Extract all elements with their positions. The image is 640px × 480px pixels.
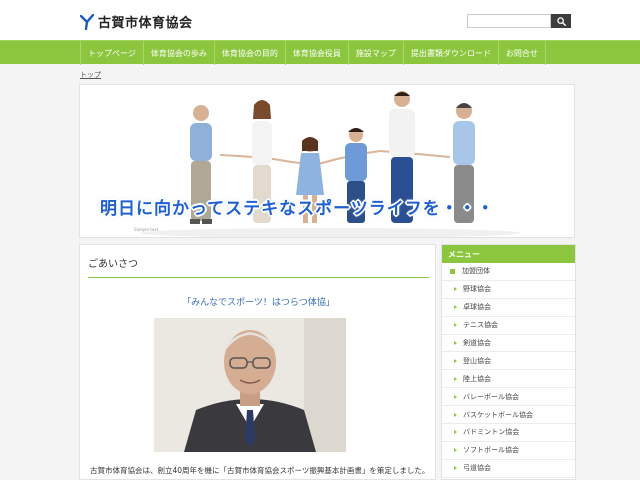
- sidebar-item-label: 剣道協会: [463, 339, 491, 347]
- nav-item-purpose[interactable]: 体育協会の目的: [215, 41, 286, 65]
- sidebar-item-baseball[interactable]: 野球協会: [442, 281, 575, 299]
- sidebar-item-softball[interactable]: ソフトボール協会: [442, 442, 575, 460]
- intro-text: 古賀市体育協会は、創立40周年を機に「古賀市体育協会スポーツ振興基本計画書」を策…: [90, 466, 430, 475]
- slogan: 「みんなでスポーツ！はつらつ体協」: [182, 298, 335, 308]
- sidebar-heading: メニュー: [442, 245, 575, 263]
- sidebar-item-table-tennis[interactable]: 卓球協会: [442, 299, 575, 317]
- sidebar-item-label: テニス協会: [463, 321, 498, 330]
- search-box: [467, 14, 571, 28]
- site-logo[interactable]: 古賀市体育協会: [80, 12, 193, 31]
- sidebar-item-tennis[interactable]: テニス協会: [442, 317, 575, 335]
- sidebar-item-label: バドミントン協会: [463, 428, 520, 437]
- greeting-heading: ごあいさつ: [88, 259, 138, 270]
- president-photo: [154, 318, 346, 452]
- sidebar-item-mountaineering[interactable]: 登山協会: [442, 352, 575, 371]
- hero-caption: 明日に向かってステキなスポーツライフを・・・: [100, 199, 495, 219]
- square-bullet-icon: [450, 268, 455, 274]
- triangle-bullet-icon: [454, 287, 457, 292]
- sidebar-item-kyudo[interactable]: 弓道協会: [442, 460, 575, 478]
- nav-item-contact[interactable]: お問合せ: [499, 41, 546, 65]
- global-nav: トップページ 体育協会の歩み 体育協会の目的 体育協会役員 施設マップ 提出書類…: [0, 40, 640, 65]
- hero-small-text: Sample text: [134, 227, 159, 232]
- sidebar-item-label: 弓道協会: [463, 464, 491, 473]
- sidebar-item-label: バレーボール協会: [463, 392, 519, 401]
- sidebar-item-label: バスケットボール協会: [463, 410, 533, 419]
- hero-banner: 明日に向かってステキなスポーツライフを・・・ Sample text: [79, 84, 575, 238]
- nav-item-facility-map[interactable]: 施設マップ: [349, 41, 404, 65]
- sidebar-item-kendo[interactable]: 剣道協会: [442, 335, 575, 353]
- logo-mark-icon: [80, 13, 94, 30]
- triangle-bullet-icon: [454, 466, 457, 471]
- nav-item-downloads[interactable]: 提出書類ダウンロード: [404, 41, 499, 65]
- triangle-bullet-icon: [454, 448, 457, 453]
- search-icon: [556, 16, 566, 26]
- sidebar-item-label: ソフトボール協会: [463, 446, 519, 455]
- site-header: 古賀市体育協会: [0, 0, 640, 40]
- triangle-bullet-icon: [454, 341, 457, 345]
- triangle-bullet-icon: [454, 305, 457, 310]
- sidebar-item-label: 卓球協会: [463, 303, 491, 312]
- breadcrumb-top[interactable]: トップ: [80, 70, 101, 80]
- sidebar-item-volleyball[interactable]: バレーボール協会: [442, 388, 575, 407]
- nav-item-top[interactable]: トップページ: [81, 41, 144, 65]
- site-title: 古賀市体育協会: [98, 16, 193, 31]
- nav-item-officers[interactable]: 体育協会役員: [286, 41, 349, 65]
- sidebar-item-badminton[interactable]: バドミントン協会: [442, 424, 575, 442]
- sidebar-item-basketball[interactable]: バスケットボール協会: [442, 406, 575, 425]
- sidebar-item-label: 登山協会: [463, 356, 491, 365]
- sidebar-item-label: 野球協会: [463, 285, 491, 294]
- nav-item-history[interactable]: 体育協会の歩み: [144, 41, 215, 65]
- sidebar-item-athletics[interactable]: 陸上協会: [442, 370, 575, 389]
- triangle-bullet-icon: [454, 358, 457, 363]
- sidebar-menu: メニュー 加盟団体 野球協会 卓球協会 テニス協会 剣道協会 登山協会 陸上協会…: [441, 244, 576, 480]
- triangle-bullet-icon: [454, 394, 457, 399]
- heading-divider: [88, 277, 429, 278]
- triangle-bullet-icon: [454, 430, 457, 435]
- search-input[interactable]: [467, 14, 551, 28]
- sidebar-item-member-groups[interactable]: 加盟団体: [442, 263, 575, 281]
- triangle-bullet-icon: [454, 376, 457, 381]
- triangle-bullet-icon: [454, 412, 457, 417]
- sidebar-item-label: 陸上協会: [463, 374, 491, 383]
- main-content: ごあいさつ 「みんなでスポーツ！はつらつ体協」 古賀市体育協会は、創立40周年を…: [79, 244, 436, 480]
- triangle-bullet-icon: [454, 323, 457, 328]
- sidebar-item-label: 加盟団体: [462, 267, 490, 276]
- search-button[interactable]: [551, 14, 571, 28]
